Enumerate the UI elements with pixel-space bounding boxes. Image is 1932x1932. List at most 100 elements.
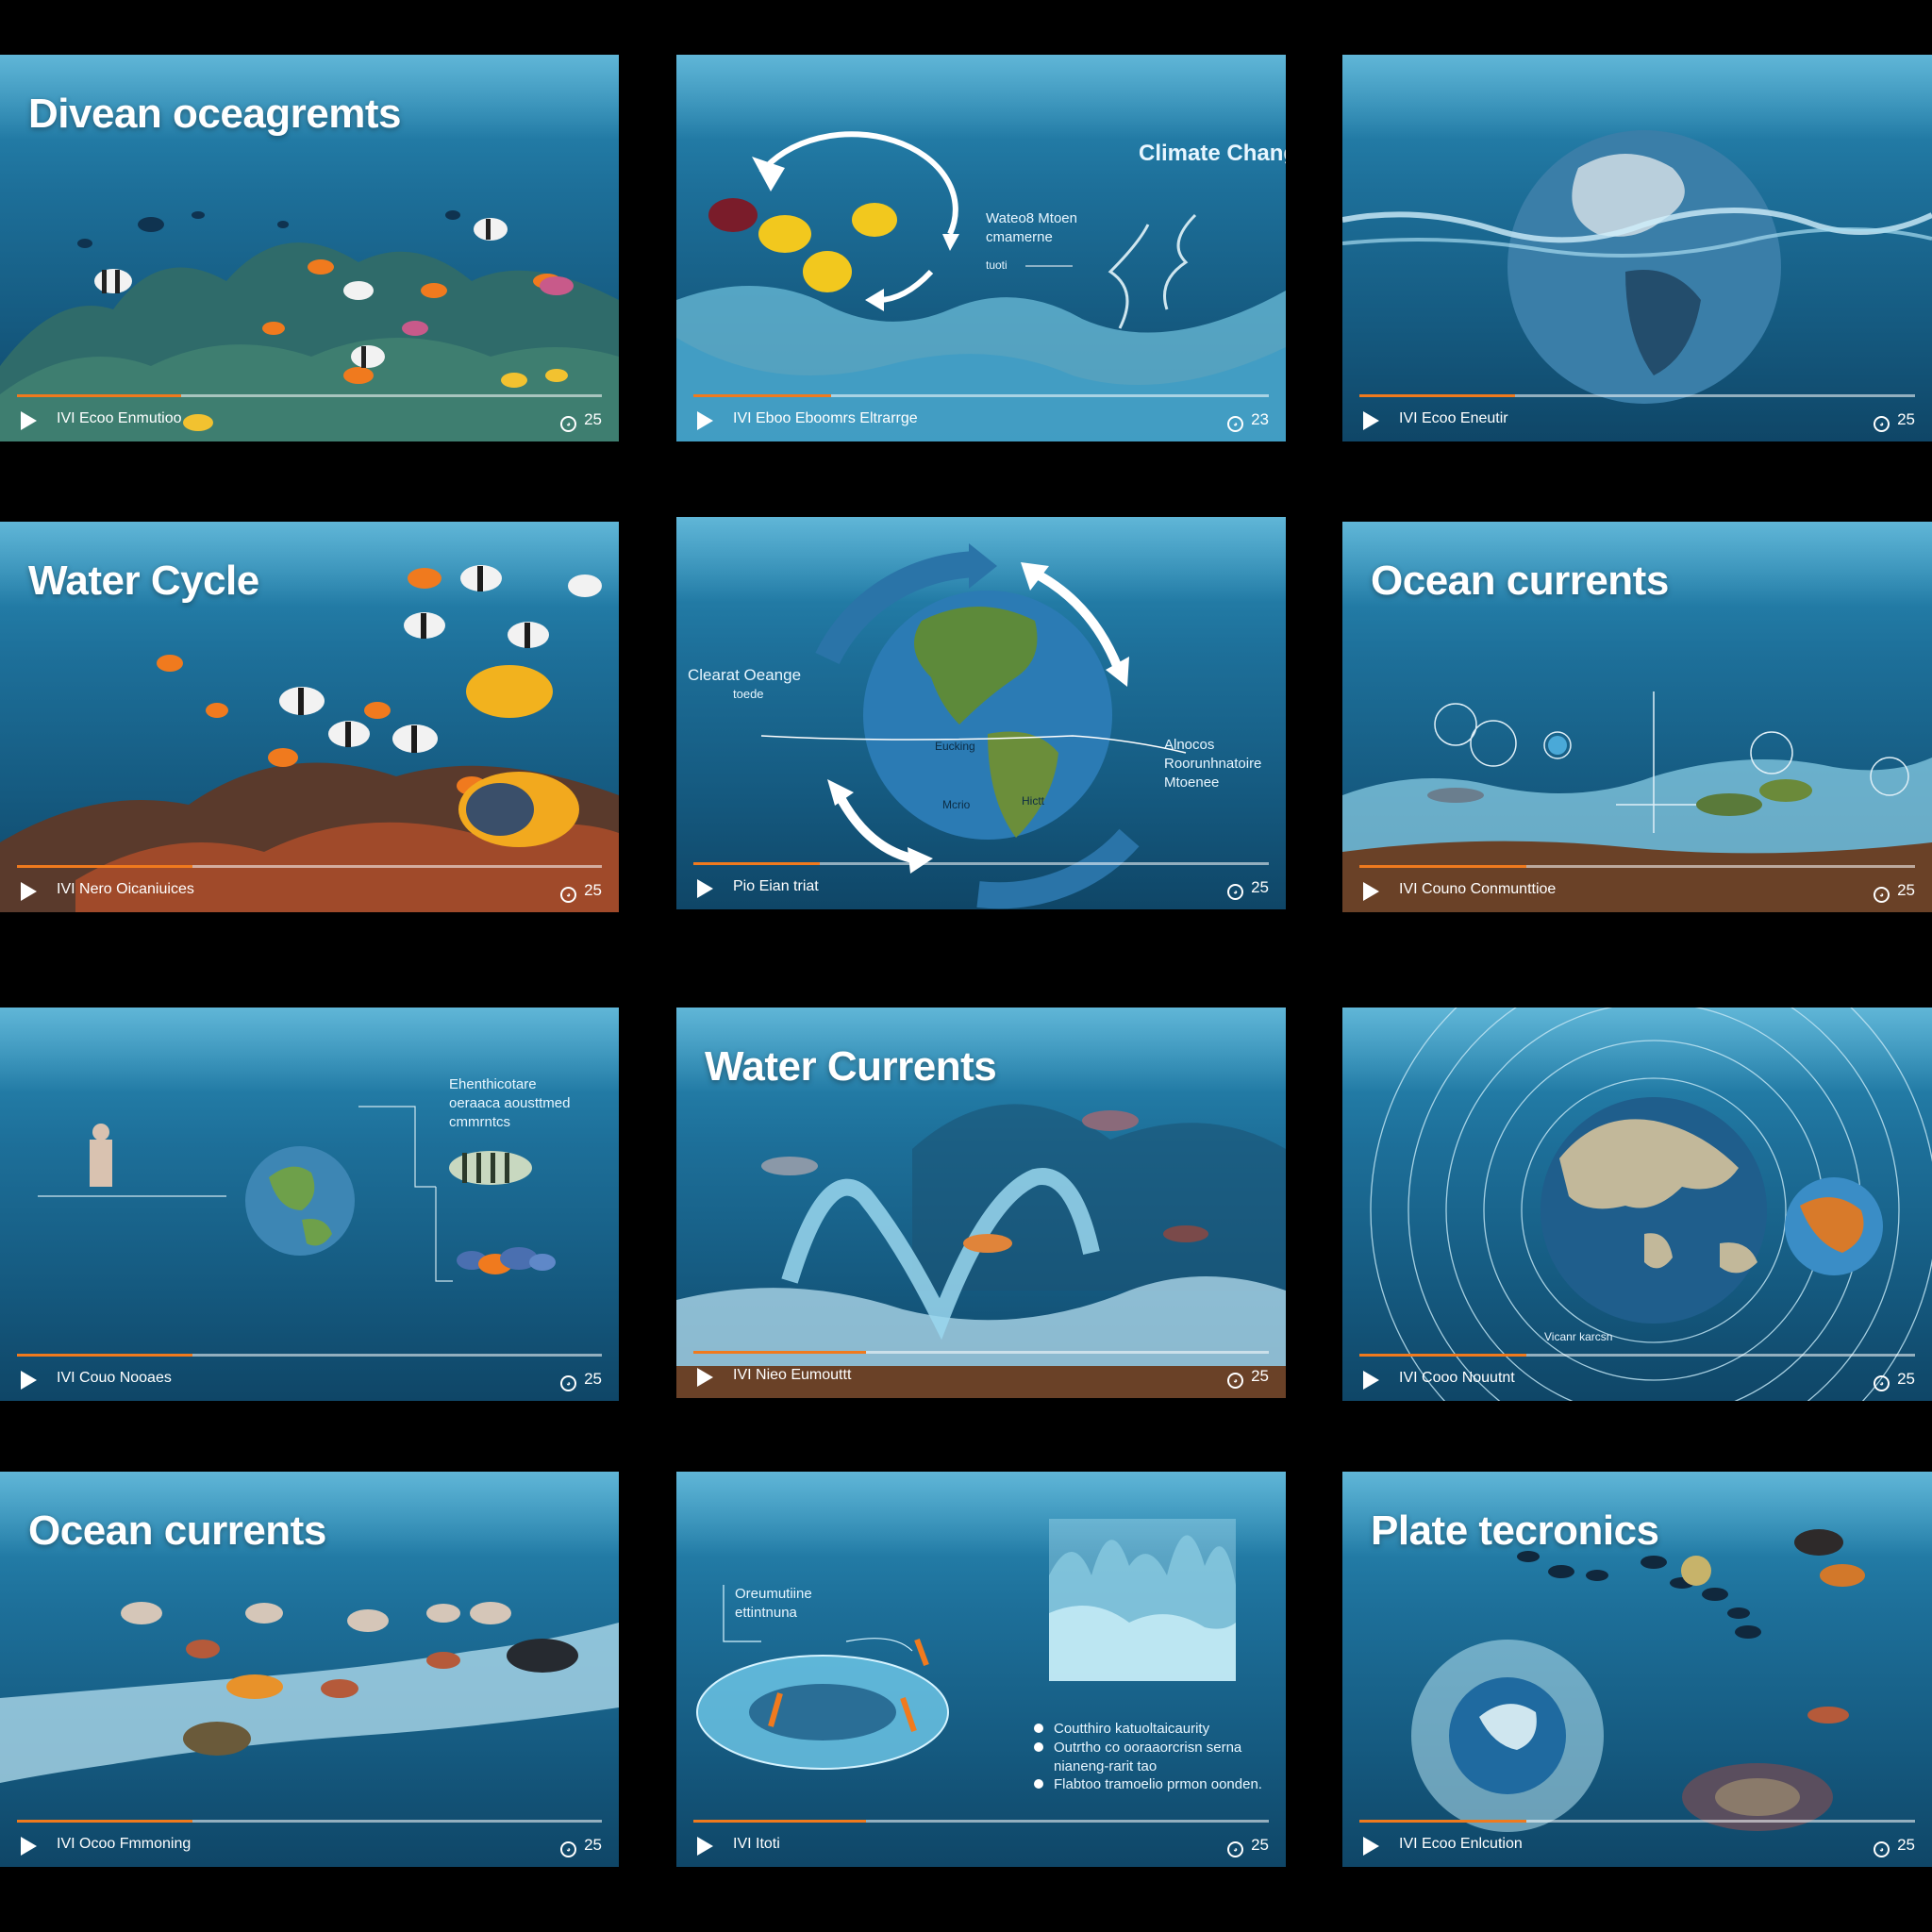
- captions-icon: ◕: [1227, 1841, 1244, 1857]
- video-tile-7[interactable]: Ehenthicotare oeraaca aousttmed cmmrntcs…: [0, 1008, 619, 1401]
- progress-bar[interactable]: [1359, 1820, 1915, 1823]
- progress-bar[interactable]: [17, 1354, 602, 1357]
- play-icon[interactable]: [21, 882, 37, 901]
- caption-count[interactable]: ◕ 25: [560, 1370, 602, 1391]
- video-tile-6[interactable]: Ocean currents IVI Couno Conmunttioe ◕ 25: [1342, 522, 1932, 912]
- caption-count[interactable]: ◕ 25: [1227, 1836, 1269, 1857]
- count-value: 25: [584, 881, 602, 899]
- progress-bar[interactable]: [693, 394, 1269, 397]
- caption-count[interactable]: ◕ 25: [1227, 878, 1269, 900]
- label-center: Eucking: [935, 740, 975, 753]
- video-caption: IVI Ecoo Eneutir: [1399, 410, 1508, 426]
- label-mtoenee: Mtoenee: [1164, 774, 1220, 791]
- progress-bar[interactable]: [693, 1820, 1269, 1823]
- label-ettintnuna: ettintnuna: [735, 1605, 797, 1621]
- play-icon[interactable]: [21, 411, 37, 430]
- caption-count[interactable]: ◕ 25: [560, 881, 602, 903]
- caption-count[interactable]: ◕ 25: [1874, 881, 1915, 903]
- play-icon[interactable]: [1363, 1837, 1379, 1856]
- video-tile-2[interactable]: Climate Change Wateo8 Mtoen cmamerne tuo…: [676, 55, 1286, 441]
- progress-fill: [17, 865, 192, 868]
- label-vicanr: Vicanr karcsn: [1544, 1330, 1613, 1343]
- progress-bar[interactable]: [1359, 865, 1915, 868]
- play-icon[interactable]: [697, 879, 713, 898]
- play-icon[interactable]: [697, 1837, 713, 1856]
- captions-icon: ◕: [560, 416, 577, 432]
- captions-icon: ◕: [1227, 884, 1244, 900]
- play-icon[interactable]: [21, 1371, 37, 1390]
- label-small: tuoti: [986, 258, 1008, 272]
- play-icon[interactable]: [21, 1837, 37, 1856]
- label-oeraaca: oeraaca aousttmed: [449, 1095, 571, 1111]
- player-controls: Pio Eian triat ◕ 25: [676, 860, 1286, 909]
- climate-diagram: [676, 131, 1286, 441]
- video-tile-1[interactable]: Divean oceagremts IVI Ecoo Enmutioo ◕ 25: [0, 55, 619, 441]
- video-tile-5[interactable]: Clearat Oeange toede Eucking Alnocos Roo…: [676, 517, 1286, 909]
- video-caption: IVI Nero Oicaniuices: [57, 881, 194, 897]
- caption-count[interactable]: ◕ 25: [1874, 1836, 1915, 1857]
- video-tile-10[interactable]: Ocean currents IVI Ocoo Fmmoning ◕ 25: [0, 1472, 619, 1867]
- label-water: Wateo8 Mtoen: [986, 210, 1077, 226]
- progress-bar[interactable]: [1359, 394, 1915, 397]
- progress-bar[interactable]: [1359, 1354, 1915, 1357]
- earth-cycle-diagram: [760, 543, 1187, 909]
- caption-count[interactable]: ◕ 23: [1227, 410, 1269, 432]
- bullet-2: Outrtho co ooraaorcrisn serna: [1054, 1740, 1242, 1756]
- captions-icon: ◕: [1227, 1373, 1244, 1389]
- progress-fill: [693, 1351, 866, 1354]
- label-mcrio: Mcrio: [942, 798, 971, 811]
- caption-count[interactable]: ◕ 25: [1227, 1367, 1269, 1389]
- count-value: 25: [1251, 1367, 1269, 1385]
- progress-fill: [693, 1820, 866, 1823]
- count-value: 25: [1897, 410, 1915, 428]
- captions-icon: ◕: [1227, 416, 1244, 432]
- count-value: 25: [1897, 881, 1915, 899]
- play-icon[interactable]: [1363, 411, 1379, 430]
- video-tile-11[interactable]: Oreumutiine ettintnuna Coutthiro katuolt…: [676, 1472, 1286, 1867]
- caption-count[interactable]: ◕ 25: [1874, 1370, 1915, 1391]
- video-caption: IVI Nieo Eumouttt: [733, 1367, 852, 1383]
- bullet-1: Coutthiro katuoltaicaurity: [1054, 1721, 1210, 1737]
- video-caption: IVI Couo Nooaes: [57, 1370, 172, 1386]
- video-tile-8[interactable]: Water Currents IVI Nieo Eumouttt ◕ 25: [676, 1008, 1286, 1398]
- play-icon[interactable]: [1363, 1371, 1379, 1390]
- progress-bar[interactable]: [17, 865, 602, 868]
- player-controls: IVI Nieo Eumouttt ◕ 25: [676, 1349, 1286, 1398]
- caption-count[interactable]: ◕ 25: [560, 410, 602, 432]
- tile-title: Water Currents: [705, 1043, 997, 1090]
- caption-count[interactable]: ◕ 25: [560, 1836, 602, 1857]
- player-controls: IVI Ecoo Enlcution ◕ 25: [1342, 1818, 1932, 1867]
- label-cmmrntcs: cmmrntcs: [449, 1114, 510, 1130]
- count-value: 25: [1251, 1836, 1269, 1854]
- tile-title: Ocean currents: [28, 1507, 326, 1554]
- progress-bar[interactable]: [693, 1351, 1269, 1354]
- play-icon[interactable]: [697, 411, 713, 430]
- video-caption: IVI Couno Conmunttioe: [1399, 881, 1557, 897]
- progress-bar[interactable]: [693, 862, 1269, 865]
- play-icon[interactable]: [1363, 882, 1379, 901]
- caption-count[interactable]: ◕ 25: [1874, 410, 1915, 432]
- video-tile-9[interactable]: Vicanr karcsn IVI Cooo Nouutnt ◕ 25: [1342, 1008, 1932, 1401]
- progress-fill: [1359, 865, 1526, 868]
- count-value: 25: [1897, 1836, 1915, 1854]
- bullet-2-cont: nianeng-rarit tao: [1054, 1758, 1158, 1774]
- progress-fill: [693, 394, 832, 397]
- video-caption: IVI Ecoo Enlcution: [1399, 1836, 1523, 1852]
- player-controls: IVI Eboo Eboomrs Eltrarrge ◕ 23: [676, 392, 1286, 441]
- video-tile-12[interactable]: Plate tecronics IVI Ecoo Enlcution ◕ 25: [1342, 1472, 1932, 1867]
- progress-bar[interactable]: [17, 1820, 602, 1823]
- captions-icon: ◕: [1874, 1375, 1890, 1391]
- rings-globe-diagram: [1370, 1008, 1932, 1401]
- bullet-3: Flabtoo tramoelio prmon oonden.: [1054, 1776, 1262, 1792]
- video-caption: IVI Itoti: [733, 1836, 780, 1852]
- video-caption: IVI Cooo Nouutnt: [1399, 1370, 1515, 1386]
- play-icon[interactable]: [697, 1368, 713, 1387]
- tile-title: Ocean currents: [1371, 558, 1669, 604]
- player-controls: IVI Couo Nooaes ◕ 25: [0, 1352, 619, 1401]
- video-tile-3[interactable]: IVI Ecoo Eneutir ◕ 25: [1342, 55, 1932, 441]
- count-value: 23: [1251, 410, 1269, 428]
- progress-bar[interactable]: [17, 394, 602, 397]
- diver-globe-diagram: [38, 1106, 556, 1282]
- video-tile-4[interactable]: Water Cycle IVI Nero Oicaniuices ◕ 25: [0, 522, 619, 912]
- label-clearat: Clearat Oeange: [688, 666, 802, 684]
